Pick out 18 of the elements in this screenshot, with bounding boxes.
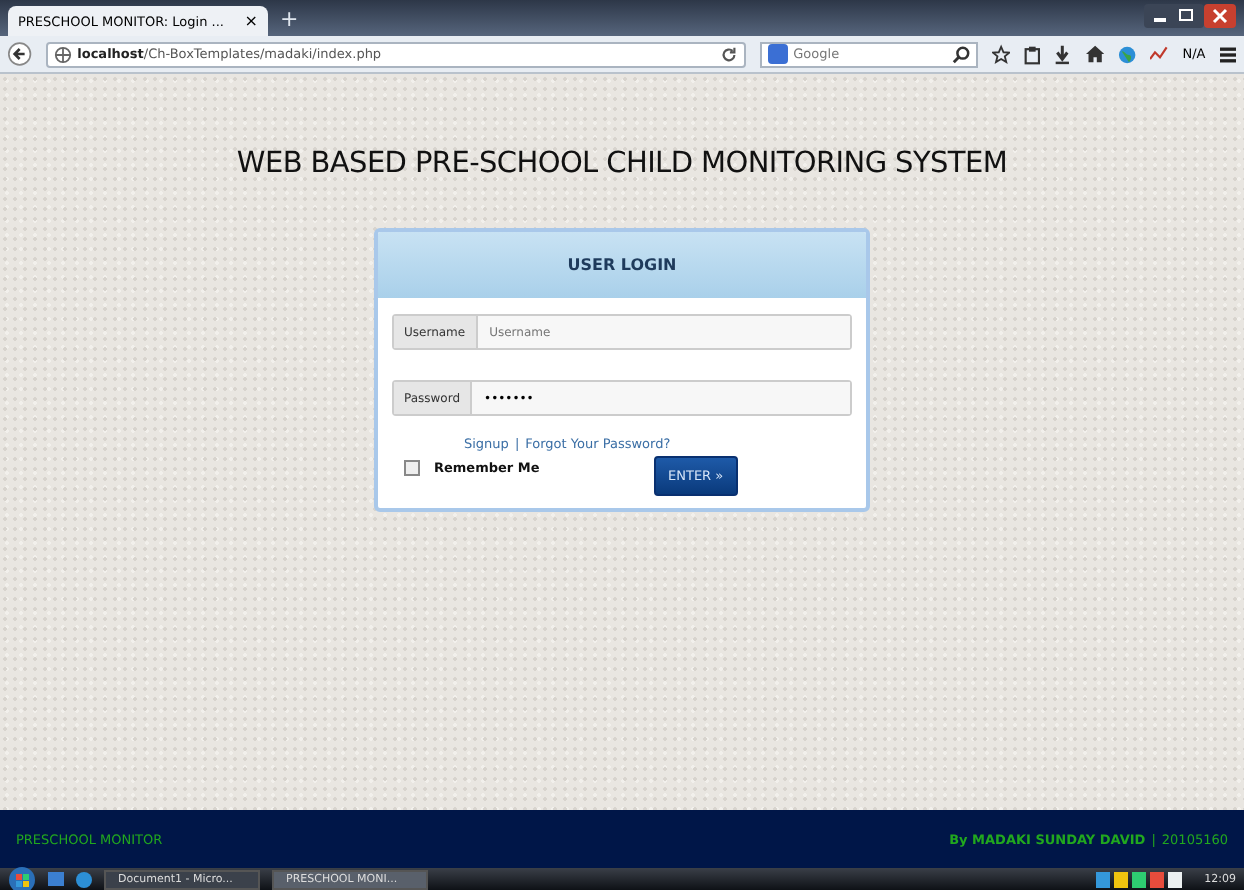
window-controls-icon[interactable]: [1144, 4, 1236, 28]
tab-close-button[interactable]: ×: [244, 12, 258, 30]
back-icon[interactable]: [8, 40, 32, 68]
download-icon[interactable]: [1054, 43, 1072, 65]
search-icon[interactable]: [952, 45, 971, 63]
reload-icon[interactable]: [719, 45, 738, 63]
graph-icon[interactable]: [1150, 44, 1169, 64]
start-icon[interactable]: [8, 865, 36, 890]
new-tab-button[interactable]: +: [280, 8, 299, 32]
clipboard-icon[interactable]: [1024, 43, 1041, 65]
checkbox[interactable]: [404, 460, 420, 476]
star-icon[interactable]: [992, 43, 1011, 65]
home-icon[interactable]: [1085, 44, 1104, 64]
page-heading: WEB BASED PRE-SCHOOL CHILD MONITORING SYSTEM: [236, 148, 1008, 180]
login-title: USER LOGIN: [567, 256, 677, 274]
menu-icon[interactable]: [1219, 45, 1237, 63]
globe-icon[interactable]: [1117, 43, 1137, 65]
globe-icon: [53, 45, 72, 63]
